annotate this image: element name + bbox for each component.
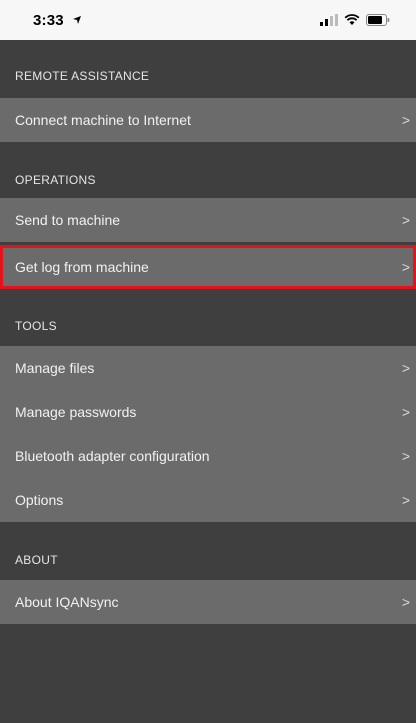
status-icons — [320, 13, 390, 27]
chevron-right-icon: > — [401, 360, 410, 376]
chevron-right-icon: > — [401, 492, 410, 508]
menu-item-manage-passwords[interactable]: Manage passwords > — [0, 390, 416, 434]
wifi-icon — [344, 14, 360, 25]
menu-item-label: Bluetooth adapter configuration — [15, 448, 210, 464]
menu-item-send-to-machine[interactable]: Send to machine > — [0, 198, 416, 242]
chevron-right-icon: > — [401, 112, 410, 128]
section-header-tools: TOOLS — [15, 319, 57, 333]
menu-item-manage-files[interactable]: Manage files > — [0, 346, 416, 390]
chevron-right-icon: > — [401, 594, 410, 610]
status-time: 3:33 — [33, 12, 64, 29]
chevron-right-icon: > — [401, 448, 410, 464]
menu-item-bluetooth-adapter-configuration[interactable]: Bluetooth adapter configuration > — [0, 434, 416, 478]
section-header-operations: OPERATIONS — [15, 173, 96, 187]
section-header-remote-assistance: REMOTE ASSISTANCE — [15, 69, 150, 83]
menu-item-label: Manage files — [15, 360, 95, 376]
menu-item-connect-machine-to-internet[interactable]: Connect machine to Internet > — [0, 98, 416, 142]
menu-item-label: Options — [15, 492, 64, 508]
chevron-right-icon: > — [401, 212, 410, 228]
menu-item-label: About IQANsync — [15, 594, 119, 610]
status-bar: 3:33 — [0, 0, 416, 40]
chevron-right-icon: > — [401, 404, 410, 420]
section-header-about: ABOUT — [15, 553, 58, 567]
menu-item-label: Get log from machine — [15, 259, 149, 275]
location-arrow-icon — [73, 16, 81, 24]
signal-icon — [320, 14, 338, 26]
menu-item-options[interactable]: Options > — [0, 478, 416, 522]
settings-screen: REMOTE ASSISTANCE Connect machine to Int… — [0, 40, 416, 723]
chevron-right-icon: > — [401, 259, 410, 275]
menu-item-label: Send to machine — [15, 212, 121, 228]
menu-item-about-iqansync[interactable]: About IQANsync > — [0, 580, 416, 624]
menu-item-label: Manage passwords — [15, 404, 137, 420]
menu-item-label: Connect machine to Internet — [15, 112, 191, 128]
menu-item-get-log-from-machine[interactable]: Get log from machine > — [0, 245, 416, 289]
battery-icon — [366, 14, 390, 26]
